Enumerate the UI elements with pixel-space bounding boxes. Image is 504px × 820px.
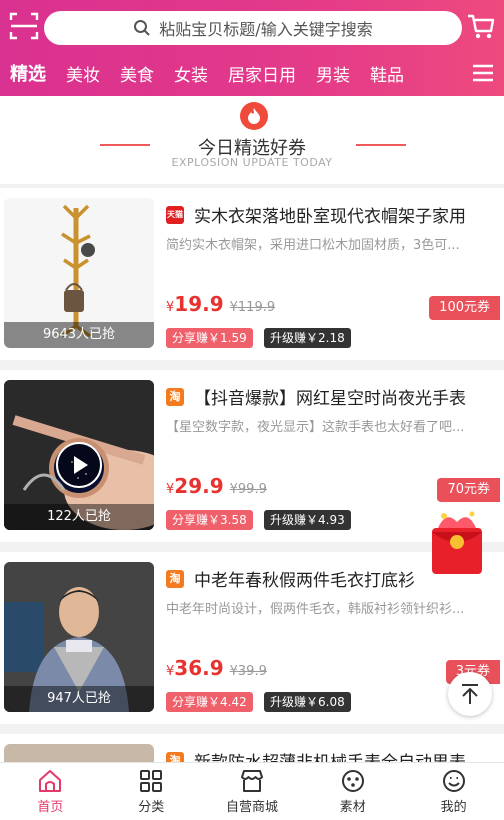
tab-nanzhuang[interactable]: 男装: [306, 61, 360, 86]
tmall-icon: 天猫: [166, 206, 184, 224]
back-to-top-button[interactable]: [448, 672, 492, 716]
product-title[interactable]: 【抖音爆款】网红星空时尚夜光手表: [194, 384, 500, 409]
fire-icon: [240, 102, 268, 130]
arrow-up-icon: [462, 684, 478, 704]
nav-label: 我的: [440, 800, 467, 815]
tab-nvzhuang[interactable]: 女装: [164, 61, 218, 86]
home-icon: [39, 770, 62, 792]
section-subtitle: EXPLOSION UPDATE TODAY: [171, 156, 333, 169]
app-header: 粘贴宝贝标题/输入关键字搜索 精选 美妆 美食 女装 居家日用 男装 鞋品: [0, 0, 504, 96]
product-image[interactable]: 947人已抢: [4, 562, 154, 712]
category-tabs: 精选 美妆 美食 女装 居家日用 男装 鞋品: [0, 56, 504, 90]
product-price: ¥29.9 ¥99.9: [166, 474, 267, 498]
upgrade-earn-badge[interactable]: 升级赚￥4.93: [264, 510, 351, 530]
original-price: ¥99.9: [229, 482, 267, 497]
taobao-icon: 淘: [166, 388, 184, 406]
search-icon: [134, 20, 151, 36]
nav-home[interactable]: 首页: [0, 763, 101, 820]
nav-label: 自营商城: [225, 800, 278, 815]
play-icon[interactable]: [56, 442, 102, 488]
product-title[interactable]: 实木衣架落地卧室现代衣帽架子家用: [194, 202, 500, 227]
store-icon: [240, 770, 263, 792]
grid-icon: [140, 770, 163, 792]
upgrade-earn-badge[interactable]: 升级赚￥6.08: [264, 692, 351, 712]
product-image[interactable]: 122人已抢: [4, 380, 154, 530]
red-envelope-icon[interactable]: [426, 508, 488, 578]
sold-count: 947人已抢: [4, 686, 154, 712]
nav-category[interactable]: 分类: [101, 763, 202, 820]
original-price: ¥39.9: [229, 664, 267, 679]
nav-profile[interactable]: 我的: [403, 763, 504, 820]
product-description: 【星空数字款，夜光显示】这款手表也太好看了吧...: [166, 420, 465, 435]
share-earn-badge[interactable]: 分享赚￥1.59: [166, 328, 253, 348]
share-earn-badge[interactable]: 分享赚￥3.58: [166, 510, 253, 530]
cart-icon[interactable]: [466, 10, 496, 42]
price-value: 36.9: [174, 656, 224, 680]
taobao-icon: 淘: [166, 570, 184, 588]
nav-store[interactable]: 自营商城: [202, 763, 303, 820]
coupon-badge[interactable]: 70元券: [437, 478, 500, 502]
nav-label: 素材: [339, 800, 366, 815]
tab-meizhuang[interactable]: 美妆: [56, 61, 110, 86]
price-value: 19.9: [174, 292, 224, 316]
tab-jingxuan[interactable]: 精选: [0, 60, 56, 86]
product-price: ¥36.9 ¥39.9: [166, 656, 267, 680]
upgrade-earn-badge[interactable]: 升级赚￥2.18: [264, 328, 351, 348]
tab-jujia[interactable]: 居家日用: [218, 61, 306, 86]
price-value: 29.9: [174, 474, 224, 498]
nav-material[interactable]: 素材: [302, 763, 403, 820]
share-earn-badge[interactable]: 分享赚￥4.42: [166, 692, 253, 712]
tab-meishi[interactable]: 美食: [110, 61, 164, 86]
daily-coupon-section: 今日精选好券 EXPLOSION UPDATE TODAY: [0, 96, 504, 184]
menu-icon[interactable]: [472, 62, 494, 84]
nav-label: 分类: [138, 800, 165, 815]
sold-count: 122人已抢: [4, 504, 154, 530]
product-card[interactable]: 9643人已抢 天猫 实木衣架落地卧室现代衣帽架子家用 简约实木衣帽架，采用进口…: [0, 188, 504, 360]
profile-icon: [442, 770, 465, 792]
bottom-nav: 首页 分类 自营商城 素材 我的: [0, 762, 504, 820]
search-input[interactable]: 粘贴宝贝标题/输入关键字搜索: [44, 11, 462, 45]
sold-count: 9643人已抢: [4, 322, 154, 348]
product-price: ¥19.9 ¥119.9: [166, 292, 275, 316]
scan-icon[interactable]: [8, 10, 40, 42]
material-icon: [341, 770, 364, 792]
original-price: ¥119.9: [229, 300, 276, 315]
nav-label: 首页: [37, 800, 64, 815]
search-placeholder: 粘贴宝贝标题/输入关键字搜索: [159, 20, 373, 39]
product-description: 中老年时尚设计，假两件毛衣，韩版衬衫领针织衫...: [166, 602, 465, 617]
product-description: 简约实木衣帽架，采用进口松木加固材质，3色可...: [166, 238, 460, 253]
tab-xiepin[interactable]: 鞋品: [360, 61, 414, 86]
coupon-badge[interactable]: 100元券: [429, 296, 500, 320]
product-image[interactable]: 9643人已抢: [4, 198, 154, 348]
